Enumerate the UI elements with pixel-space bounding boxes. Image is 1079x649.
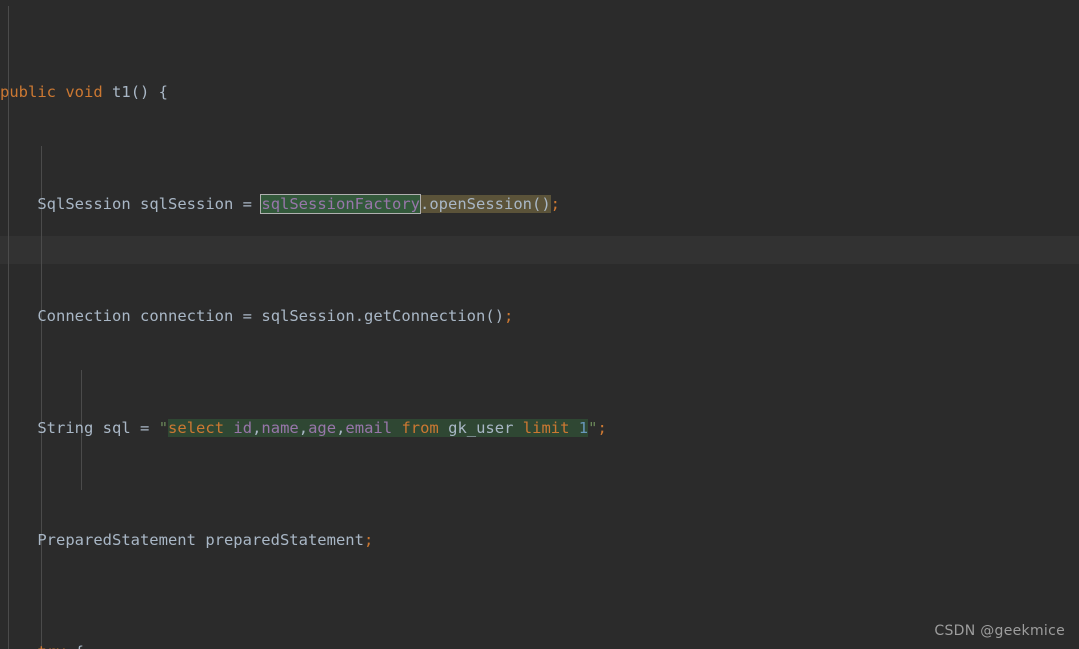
code-line-1[interactable]: public void t1() { — [0, 78, 1079, 106]
code-line-6[interactable]: try { — [0, 638, 1079, 649]
code-line-2[interactable]: SqlSession sqlSession = sqlSessionFactor… — [0, 190, 1079, 218]
code-line-3[interactable]: Connection connection = sqlSession.getCo… — [0, 302, 1079, 330]
code-content[interactable]: public void t1() { SqlSession sqlSession… — [0, 0, 1079, 649]
code-line-5[interactable]: PreparedStatement preparedStatement; — [0, 526, 1079, 554]
csdn-watermark: CSDN @geekmice — [934, 623, 1065, 639]
code-editor[interactable]: public void t1() { SqlSession sqlSession… — [0, 0, 1079, 649]
code-line-4[interactable]: String sql = "select id,name,age,email f… — [0, 414, 1079, 442]
